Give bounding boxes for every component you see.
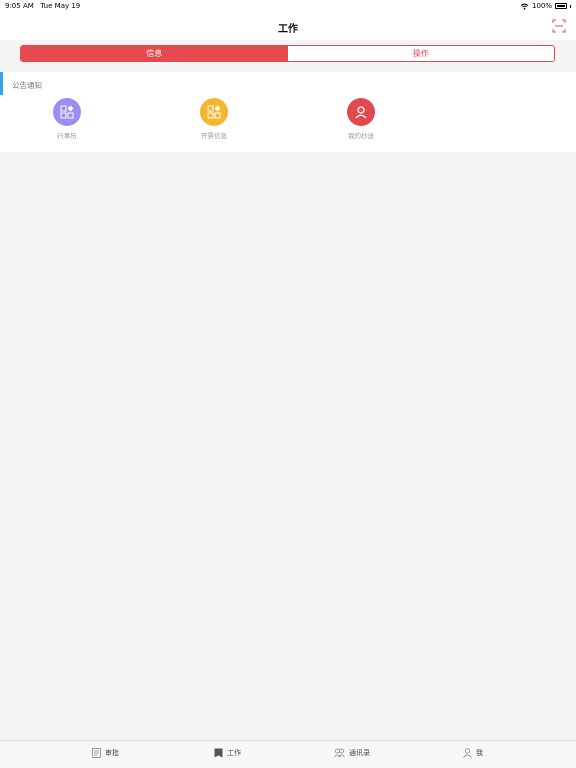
segment-info[interactable]: 信息: [21, 46, 288, 61]
tab-label: 我: [476, 749, 483, 757]
section-marker: [0, 72, 3, 95]
date-text: Tue May 19: [40, 2, 81, 10]
grid-item-invoice[interactable]: 开票信息: [184, 98, 244, 140]
status-right: 100%: [520, 2, 571, 10]
document-icon: [92, 748, 101, 758]
grid-label: 行事历: [57, 132, 77, 140]
tab-label: 工作: [227, 749, 241, 757]
tab-label: 审批: [105, 749, 119, 757]
battery-percent: 100%: [531, 2, 552, 10]
tab-label: 通讯录: [349, 749, 370, 757]
tab-bar: 审批 工作 通讯录 我: [0, 740, 576, 768]
announcement-section: 公告通知 行事历 开票信息 我的抄送: [0, 72, 576, 152]
bookmark-icon: [214, 748, 223, 758]
time-text: 9:05 AM: [5, 2, 34, 10]
apps-icon: [53, 98, 81, 126]
contacts-icon: [334, 748, 345, 758]
user-icon: [347, 98, 375, 126]
grid-label: 开票信息: [201, 132, 227, 140]
tab-work[interactable]: 工作: [214, 748, 241, 758]
person-icon: [463, 748, 472, 758]
nav-bar: 工作: [0, 14, 576, 40]
status-time: 9:05 AM Tue May 19: [5, 2, 80, 10]
wifi-icon: [520, 3, 529, 10]
battery-icon: [555, 3, 567, 9]
grid-item-my-cc[interactable]: 我的抄送: [331, 98, 391, 140]
scan-icon[interactable]: [552, 19, 566, 33]
battery-tip: [570, 4, 571, 8]
tab-me[interactable]: 我: [463, 748, 483, 758]
segmented-control: 信息 操作: [20, 45, 555, 62]
tab-approval[interactable]: 审批: [92, 748, 119, 758]
grid-label: 我的抄送: [348, 132, 374, 140]
apps-icon: [200, 98, 228, 126]
page-title: 工作: [278, 24, 298, 35]
grid-item-calendar[interactable]: 行事历: [37, 98, 97, 140]
status-bar: 9:05 AM Tue May 19 100%: [0, 0, 576, 14]
tab-contacts[interactable]: 通讯录: [334, 748, 370, 758]
section-title: 公告通知: [12, 81, 42, 90]
segment-operation[interactable]: 操作: [287, 46, 554, 61]
